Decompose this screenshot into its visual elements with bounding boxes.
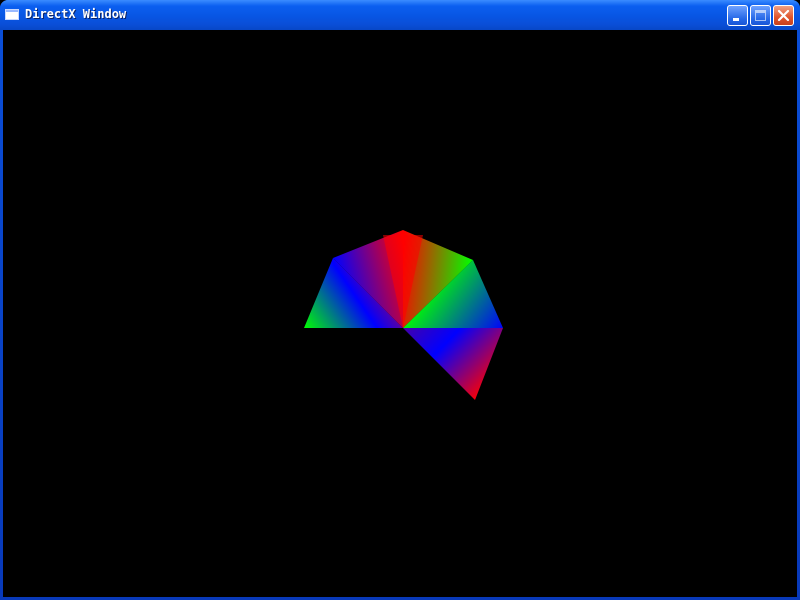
window-title: DirectX Window [25,7,127,21]
rainbow-polygon-mesh [304,230,503,400]
render-viewport[interactable] [3,30,797,597]
close-button[interactable] [773,5,794,26]
directx-window: DirectX Window [0,0,800,600]
minimize-button[interactable] [727,5,748,26]
maximize-button[interactable] [750,5,771,26]
title-bar[interactable]: DirectX Window [0,0,800,30]
app-window-icon[interactable] [5,9,19,20]
rendered-scene [304,230,503,400]
close-icon [777,9,790,22]
maximize-icon [755,10,766,21]
minimize-icon [733,18,739,21]
mesh-triangle [403,328,503,400]
